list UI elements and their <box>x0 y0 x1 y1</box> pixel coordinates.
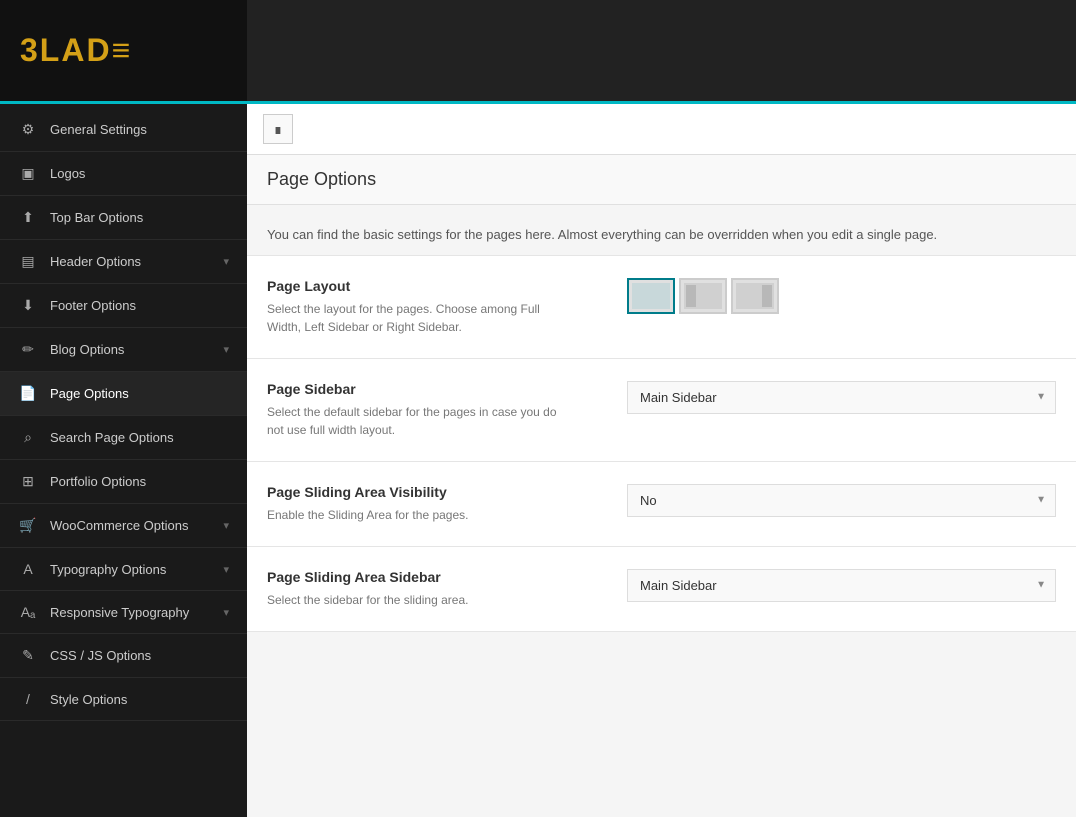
section-description-text: You can find the basic settings for the … <box>267 225 1056 245</box>
sidebar-item-top-bar-options[interactable]: ⬆ Top Bar Options <box>0 196 247 240</box>
sidebar-item-label-page-options: Page Options <box>50 386 229 401</box>
layout-full-width-btn[interactable] <box>627 278 675 314</box>
page-sliding-visibility-label-col: Page Sliding Area Visibility Enable the … <box>267 484 627 524</box>
sidebar-item-label-typography-options: Typography Options <box>50 562 223 577</box>
layout-full-width-icon <box>632 283 670 309</box>
page-sliding-sidebar-control: Main Sidebar Secondary Sidebar <box>627 569 1056 602</box>
page-sidebar-select-wrapper: Main Sidebar Secondary Sidebar <box>627 381 1056 414</box>
page-sidebar-row: Page Sidebar Select the default sidebar … <box>247 359 1076 462</box>
typography-options-icon: A <box>18 561 38 577</box>
sidebar-item-label-portfolio-options: Portfolio Options <box>50 474 229 489</box>
sidebar-item-footer-options[interactable]: ⬇ Footer Options <box>0 284 247 328</box>
page-layout-control <box>627 278 1056 314</box>
sidebar-item-header-options[interactable]: ▤ Header Options▾ <box>0 240 247 284</box>
chevron-down-icon-header-options: ▾ <box>223 255 229 268</box>
chevron-down-icon-blog-options: ▾ <box>223 343 229 356</box>
logo-text: 3LAD≡ <box>20 32 132 69</box>
sidebar-item-label-top-bar-options: Top Bar Options <box>50 210 229 225</box>
page-sliding-sidebar-row: Page Sliding Area Sidebar Select the sid… <box>247 547 1076 632</box>
portfolio-options-icon: ⊞ <box>18 473 38 490</box>
page-sliding-sidebar-label-col: Page Sliding Area Sidebar Select the sid… <box>267 569 627 609</box>
sidebar-item-label-footer-options: Footer Options <box>50 298 229 313</box>
top-bar <box>247 0 1076 104</box>
sidebar-item-style-options[interactable]: / Style Options <box>0 678 247 721</box>
sidebar-item-general-settings[interactable]: ⚙ General Settings <box>0 108 247 152</box>
page-sliding-visibility-label: Page Sliding Area Visibility <box>267 484 627 500</box>
page-sidebar-label: Page Sidebar <box>267 381 627 397</box>
layout-left-sidebar-icon <box>684 283 722 309</box>
layout-left-sidebar-btn[interactable] <box>679 278 727 314</box>
sidebar-item-logos[interactable]: ▣ Logos <box>0 152 247 196</box>
sidebar-item-woocommerce-options[interactable]: 🛒 WooCommerce Options▾ <box>0 504 247 548</box>
logo-area: 3LAD≡ <box>0 0 247 104</box>
top-bar-options-icon: ⬆ <box>18 209 38 226</box>
sidebar-item-label-search-page-options: Search Page Options <box>50 430 229 445</box>
page-sidebar-select[interactable]: Main Sidebar Secondary Sidebar <box>627 381 1056 414</box>
section-title: Page Options <box>267 169 1056 190</box>
content-area: ∎ Page Options You can find the basic se… <box>247 104 1076 817</box>
responsive-typography-icon: Aₐ <box>18 604 38 620</box>
chevron-down-icon-responsive-typography: ▾ <box>223 606 229 619</box>
page-layout-description: Select the layout for the pages. Choose … <box>267 300 567 336</box>
page-sliding-visibility-row: Page Sliding Area Visibility Enable the … <box>247 462 1076 547</box>
sidebar-item-label-responsive-typography: Responsive Typography <box>50 605 223 620</box>
sidebar-nav: ⚙ General Settings ▣ Logos ⬆ Top Bar Options ▤… <box>0 104 247 817</box>
layout-right-sidebar-btn[interactable] <box>731 278 779 314</box>
sidebar-item-responsive-typography[interactable]: Aₐ Responsive Typography▾ <box>0 591 247 634</box>
sidebar-item-typography-options[interactable]: A Typography Options▾ <box>0 548 247 591</box>
main-content: ∎ Page Options You can find the basic se… <box>247 0 1076 817</box>
page-sliding-visibility-control: No Yes <box>627 484 1056 517</box>
page-options-container: Page Options You can find the basic sett… <box>247 155 1076 652</box>
layout-right-sidebar-icon <box>736 283 774 309</box>
footer-options-icon: ⬇ <box>18 297 38 314</box>
layout-options <box>627 278 779 314</box>
section-description: You can find the basic settings for the … <box>247 205 1076 256</box>
sidebar-item-search-page-options[interactable]: ⌕ Search Page Options <box>0 416 247 460</box>
sidebar-item-page-options[interactable]: 📄 Page Options <box>0 372 247 416</box>
blog-options-icon: ✏ <box>18 341 38 358</box>
css-js-options-icon: ✎ <box>18 647 38 664</box>
page-sliding-visibility-description: Enable the Sliding Area for the pages. <box>267 506 567 524</box>
page-options-icon: 📄 <box>18 385 38 402</box>
style-options-icon: / <box>18 691 38 707</box>
page-sidebar-label-col: Page Sidebar Select the default sidebar … <box>267 381 627 439</box>
sidebar-item-label-logos: Logos <box>50 166 229 181</box>
general-settings-icon: ⚙ <box>18 121 38 138</box>
page-sidebar-description: Select the default sidebar for the pages… <box>267 403 567 439</box>
page-sidebar-control: Main Sidebar Secondary Sidebar <box>627 381 1056 414</box>
toolbar-layout-button[interactable]: ∎ <box>263 114 293 144</box>
page-sliding-visibility-select-wrapper: No Yes <box>627 484 1056 517</box>
sidebar: 3LAD≡ ⚙ General Settings ▣ Logos ⬆ Top Bar Op… <box>0 0 247 817</box>
sidebar-item-portfolio-options[interactable]: ⊞ Portfolio Options <box>0 460 247 504</box>
page-sliding-sidebar-description: Select the sidebar for the sliding area. <box>267 591 567 609</box>
sidebar-item-blog-options[interactable]: ✏ Blog Options▾ <box>0 328 247 372</box>
chevron-down-icon-woocommerce-options: ▾ <box>223 519 229 532</box>
chevron-down-icon-typography-options: ▾ <box>223 563 229 576</box>
sidebar-item-css-js-options[interactable]: ✎ CSS / JS Options <box>0 634 247 678</box>
sidebar-item-label-general-settings: General Settings <box>50 122 229 137</box>
woocommerce-options-icon: 🛒 <box>18 517 38 534</box>
page-sliding-sidebar-select[interactable]: Main Sidebar Secondary Sidebar <box>627 569 1056 602</box>
page-layout-label: Page Layout <box>267 278 627 294</box>
sidebar-item-label-header-options: Header Options <box>50 254 223 269</box>
page-sliding-sidebar-select-wrapper: Main Sidebar Secondary Sidebar <box>627 569 1056 602</box>
header-options-icon: ▤ <box>18 253 38 270</box>
sidebar-item-label-woocommerce-options: WooCommerce Options <box>50 518 223 533</box>
page-layout-label-col: Page Layout Select the layout for the pa… <box>267 278 627 336</box>
search-page-options-icon: ⌕ <box>18 429 38 446</box>
sidebar-item-label-style-options: Style Options <box>50 692 229 707</box>
page-sliding-visibility-select[interactable]: No Yes <box>627 484 1056 517</box>
sidebar-item-label-blog-options: Blog Options <box>50 342 223 357</box>
page-layout-row: Page Layout Select the layout for the pa… <box>247 256 1076 359</box>
sidebar-item-label-css-js-options: CSS / JS Options <box>50 648 229 663</box>
toolbar-row: ∎ <box>247 104 1076 155</box>
section-header: Page Options <box>247 155 1076 205</box>
logos-icon: ▣ <box>18 165 38 182</box>
page-sliding-sidebar-label: Page Sliding Area Sidebar <box>267 569 627 585</box>
